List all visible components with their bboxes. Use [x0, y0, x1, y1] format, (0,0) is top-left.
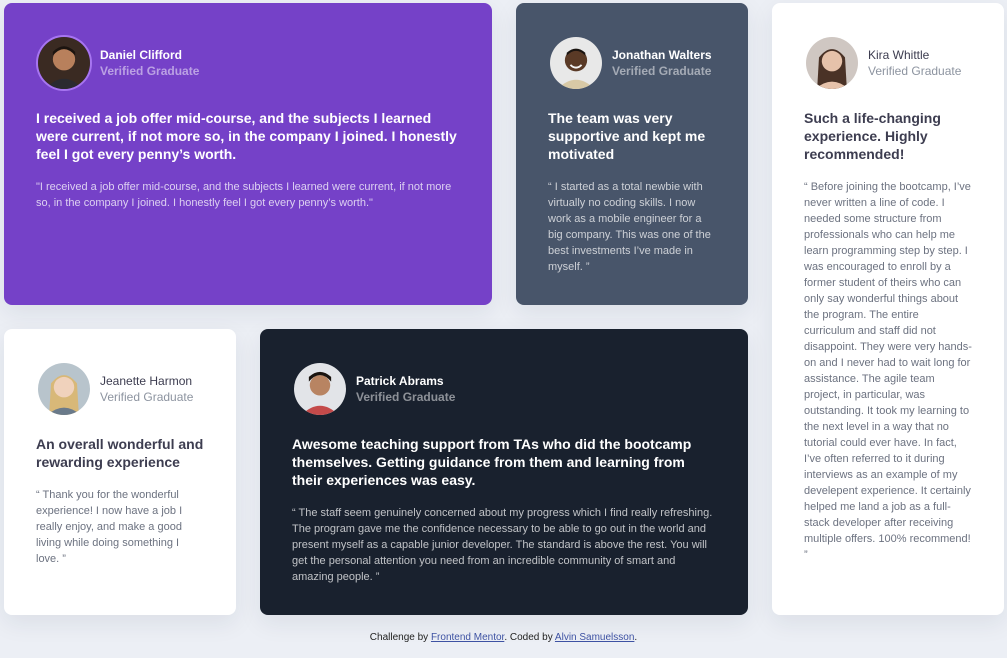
avatar-photo-daniel-icon	[36, 35, 92, 91]
author-info: Daniel Clifford Verified Graduate	[100, 47, 199, 79]
testimonial-card-patrick: Patrick Abrams Verified Graduate Awesome…	[260, 329, 748, 615]
attribution: Challenge by Frontend Mentor. Coded by A…	[0, 632, 1007, 643]
author-name: Daniel Clifford	[100, 48, 183, 62]
attribution-middle: . Coded by	[504, 632, 555, 643]
testimonial-card-jeanette: Jeanette Harmon Verified Graduate An ove…	[4, 329, 236, 615]
avatar-photo-jonathan-icon	[548, 35, 604, 91]
testimonial-card-jonathan: Jonathan Walters Verified Graduate The t…	[516, 3, 748, 305]
card-header: Patrick Abrams Verified Graduate	[292, 361, 716, 417]
testimonial-quote: “ The staff seem genuinely concerned abo…	[292, 507, 713, 583]
author-name: Jeanette Harmon	[100, 374, 193, 388]
author-info: Kira Whittle Verified Graduate	[868, 47, 961, 79]
author-role: Verified Graduate	[356, 390, 456, 404]
author-info: Jeanette Harmon Verified Graduate	[100, 373, 193, 405]
attribution-suffix: .	[634, 632, 638, 643]
avatar-photo-jeanette-icon	[36, 361, 92, 417]
card-header: Kira Whittle Verified Graduate	[804, 35, 972, 91]
testimonial-quote: “ Thank you for the wonderful experience…	[36, 489, 183, 565]
testimonial-quote: “ I started as a total newbie with virtu…	[548, 181, 711, 273]
card-header: Jonathan Walters Verified Graduate	[548, 35, 716, 91]
author-role: Verified Graduate	[100, 64, 200, 78]
testimonial-headline: Such a life-changing experience. Highly …	[804, 110, 941, 162]
author-role: Verified Graduate	[612, 64, 712, 78]
attribution-prefix: Challenge by	[369, 632, 431, 643]
card-header: Daniel Clifford Verified Graduate	[36, 35, 460, 91]
testimonial-headline: I received a job offer mid-course, and t…	[36, 110, 457, 162]
testimonial-headline: The team was very supportive and kept me…	[548, 110, 706, 162]
author-info: Jonathan Walters Verified Graduate	[612, 47, 712, 79]
testimonial-card-kira: Kira Whittle Verified Graduate Such a li…	[772, 3, 1004, 615]
testimonial-headline: Awesome teaching support from TAs who di…	[292, 436, 692, 488]
author-name: Patrick Abrams	[356, 374, 444, 388]
card-header: Jeanette Harmon Verified Graduate	[36, 361, 204, 417]
author-name: Jonathan Walters	[612, 48, 712, 62]
testimonial-quote: “ Before joining the bootcamp, I’ve neve…	[804, 181, 972, 561]
testimonial-quote: "I received a job offer mid-course, and …	[36, 181, 452, 209]
frontend-mentor-link[interactable]: Frontend Mentor	[431, 632, 504, 643]
author-info: Patrick Abrams Verified Graduate	[356, 373, 455, 405]
author-link[interactable]: Alvin Samuelsson	[555, 632, 634, 643]
testimonial-card-daniel: Daniel Clifford Verified Graduate I rece…	[4, 3, 492, 305]
avatar-photo-kira-icon	[804, 35, 860, 91]
avatar-photo-patrick-icon	[292, 361, 348, 417]
author-role: Verified Graduate	[868, 64, 962, 78]
author-name: Kira Whittle	[868, 48, 930, 62]
author-role: Verified Graduate	[100, 390, 194, 404]
testimonial-headline: An overall wonderful and rewarding exper…	[36, 436, 204, 470]
